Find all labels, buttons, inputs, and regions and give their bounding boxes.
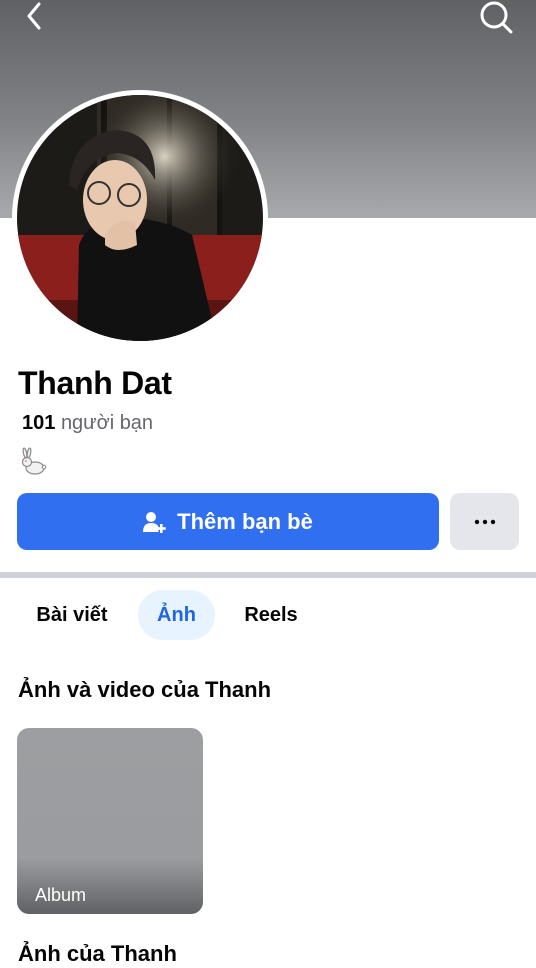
search-icon — [480, 1, 513, 34]
back-button[interactable] — [18, 0, 54, 34]
photos-section-title: Ảnh của Thanh — [18, 941, 177, 966]
tab-photos[interactable]: Ảnh — [138, 590, 215, 640]
more-horizontal-icon — [474, 519, 495, 524]
friends-label: người bạn — [60, 412, 154, 434]
tab-reels[interactable]: Reels — [232, 590, 310, 640]
section-divider — [0, 572, 536, 578]
friends-number: 101 — [22, 412, 56, 434]
friends-count[interactable]: 101 người bạn — [22, 410, 153, 436]
profile-tabs: Bài viết Ảnh Reels — [0, 590, 536, 642]
avatar-photo — [17, 95, 263, 341]
add-friend-label: Thêm bạn bè — [177, 508, 313, 534]
album-label: Album — [35, 885, 87, 905]
rabbit-icon — [18, 446, 50, 478]
profile-avatar[interactable] — [12, 90, 268, 346]
chevron-left-icon — [27, 2, 41, 30]
profile-name: Thanh Dat — [18, 365, 172, 401]
tab-posts[interactable]: Bài viết — [22, 590, 122, 640]
media-section-title: Ảnh và video của Thanh — [18, 677, 272, 702]
add-friend-button[interactable]: Thêm bạn bè — [17, 493, 439, 550]
person-plus-icon — [143, 511, 166, 533]
album-card[interactable]: Album — [17, 728, 203, 914]
more-options-button[interactable] — [450, 493, 519, 550]
search-button[interactable] — [474, 0, 516, 38]
